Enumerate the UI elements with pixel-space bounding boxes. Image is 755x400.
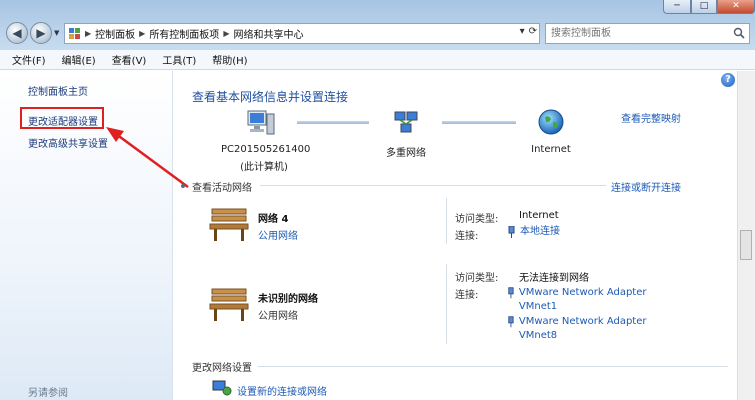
menu-view[interactable]: 查看(V) <box>104 52 155 67</box>
public-network-bench-icon <box>209 288 249 321</box>
breadcrumb-all-items[interactable]: 所有控制面板项 <box>149 26 219 41</box>
change-settings-heading: 更改网络设置 <box>192 363 252 374</box>
new-connection-icon <box>212 380 232 396</box>
network-type: 公用网络 <box>258 311 298 322</box>
connection-link-text[interactable]: VMware Network Adapter VMnet8 <box>519 315 667 343</box>
multiple-networks-icon <box>394 111 418 133</box>
network-adapter-icon <box>508 287 514 299</box>
menu-help[interactable]: 帮助(H) <box>204 52 255 67</box>
maximize-button[interactable]: □ <box>691 0 717 14</box>
scrollbar-thumb[interactable] <box>740 230 752 260</box>
breadcrumb-separator-icon[interactable]: ▶ <box>85 29 91 38</box>
connection-link[interactable]: 本地连接 <box>507 225 560 239</box>
computer-name: PC201505261400 <box>221 144 311 155</box>
breadcrumb-separator-icon[interactable]: ▶ <box>139 29 145 38</box>
connection-link[interactable]: VMware Network Adapter VMnet1 <box>507 286 667 314</box>
search-input[interactable] <box>546 24 726 43</box>
sidebar-link-adapter-settings[interactable]: 更改适配器设置 <box>28 113 98 128</box>
forward-button[interactable]: ▶ <box>30 22 52 44</box>
section-divider <box>258 366 728 367</box>
internet-label: Internet <box>531 144 571 155</box>
address-bar[interactable]: ▶ 控制面板 ▶ 所有控制面板项 ▶ 网络和共享中心 ▾ ⟳ <box>64 23 540 44</box>
page-title: 查看基本网络信息并设置连接 <box>192 90 349 104</box>
section-divider <box>260 185 606 186</box>
search-box[interactable] <box>545 23 750 44</box>
network-adapter-icon <box>508 316 514 328</box>
breadcrumb-separator-icon[interactable]: ▶ <box>223 29 229 38</box>
multiple-networks-label: 多重网络 <box>386 148 426 159</box>
setup-new-connection-link[interactable]: 设置新的连接或网络 <box>237 383 327 398</box>
access-type-value: Internet <box>519 210 559 221</box>
help-icon[interactable]: ? <box>721 73 735 87</box>
recent-pages-chevron-icon[interactable]: ▼ <box>54 29 59 37</box>
access-type-label: 访问类型: <box>455 273 499 284</box>
access-type-value: 无法连接到网络 <box>519 273 589 284</box>
minimize-button[interactable]: ─ <box>663 0 691 14</box>
connections-label: 连接: <box>455 290 479 301</box>
menu-tools[interactable]: 工具(T) <box>154 52 204 67</box>
connection-link[interactable]: VMware Network Adapter VMnet8 <box>507 315 667 343</box>
back-button[interactable]: ◀ <box>6 22 28 44</box>
network-name: 未识别的网络 <box>258 294 318 305</box>
network-name: 网络 4 <box>258 214 289 225</box>
breadcrumb-control-panel[interactable]: 控制面板 <box>95 26 135 41</box>
connection-link-text[interactable]: VMware Network Adapter VMnet1 <box>519 286 667 314</box>
connections-label: 连接: <box>455 231 479 242</box>
menu-bar: 文件(F) 编辑(E) 查看(V) 工具(T) 帮助(H) <box>0 50 755 70</box>
computer-note: (此计算机) <box>240 162 288 173</box>
public-network-bench-icon <box>209 208 249 241</box>
refresh-icon[interactable]: ⟳ <box>529 26 537 37</box>
network-type-link[interactable]: 公用网络 <box>258 227 298 242</box>
menu-file[interactable]: 文件(F) <box>4 52 54 67</box>
search-icon[interactable] <box>733 27 745 39</box>
connect-disconnect-link[interactable]: 连接或断开连接 <box>611 179 681 194</box>
globe-icon <box>538 109 564 135</box>
connection-line <box>442 121 516 124</box>
close-button[interactable]: ✕ <box>717 0 755 14</box>
network-adapter-icon <box>508 226 515 238</box>
view-full-map-link[interactable]: 查看完整映射 <box>621 110 681 125</box>
connection-line <box>297 121 369 124</box>
see-also-heading: 另请参阅 <box>28 388 68 399</box>
sidebar-link-home[interactable]: 控制面板主页 <box>28 83 88 98</box>
breadcrumb-network-center[interactable]: 网络和共享中心 <box>233 26 303 41</box>
control-panel-icon <box>69 27 81 40</box>
menu-edit[interactable]: 编辑(E) <box>54 52 104 67</box>
access-type-label: 访问类型: <box>455 214 499 225</box>
address-dropdown-chevron-icon[interactable]: ▾ <box>520 26 525 37</box>
network-vertical-divider <box>446 198 447 244</box>
network-vertical-divider <box>446 264 447 344</box>
active-networks-heading: 查看活动网络 <box>192 183 252 194</box>
connection-link-text[interactable]: 本地连接 <box>520 225 560 239</box>
computer-icon <box>247 110 275 135</box>
sidebar: 控制面板主页 更改适配器设置 更改高级共享设置 另请参阅 <box>0 71 173 400</box>
sidebar-link-advanced-sharing[interactable]: 更改高级共享设置 <box>28 135 108 150</box>
